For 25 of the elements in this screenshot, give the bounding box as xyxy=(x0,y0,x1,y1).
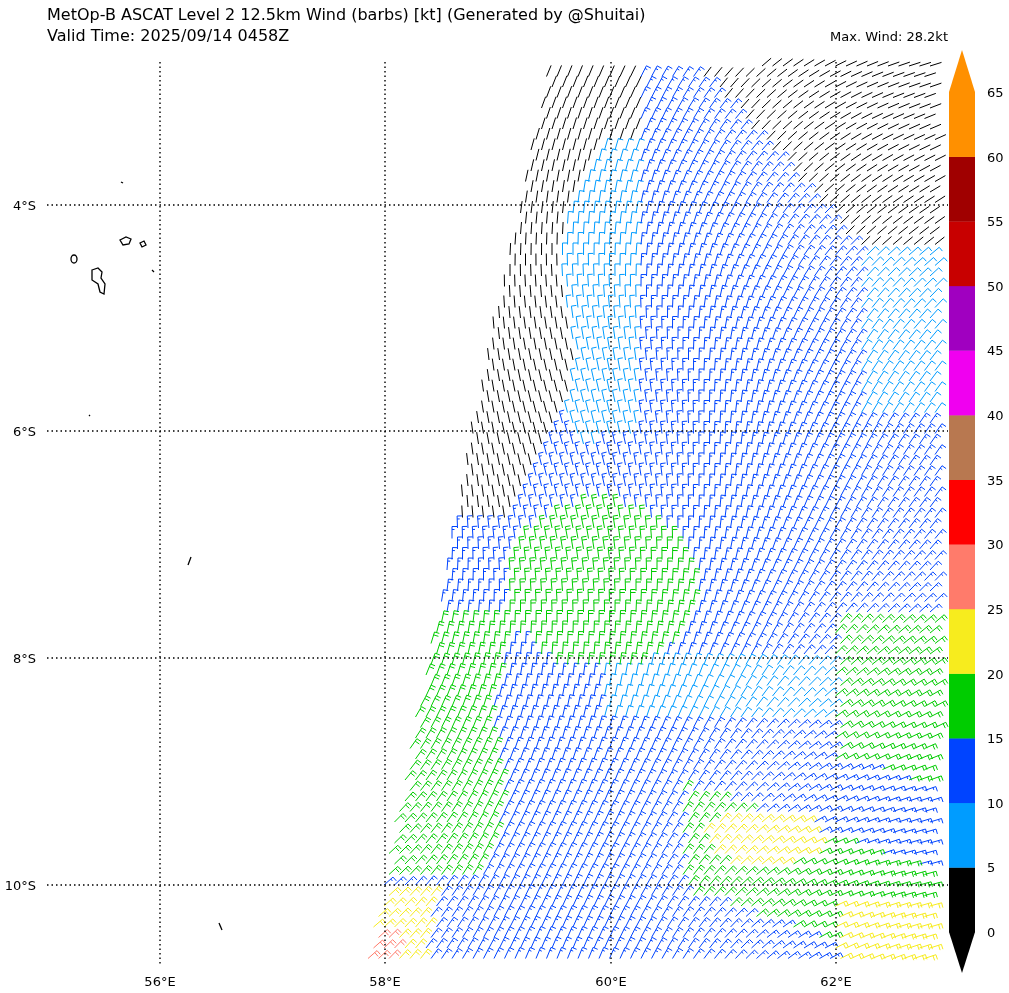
max-wind-label: Max. Wind: 28.2kt xyxy=(830,29,948,46)
colorbar-tick-label: 20 xyxy=(987,666,1004,682)
latitude-label: 8°S xyxy=(12,651,36,666)
colorbar-tick-label: 60 xyxy=(987,149,1004,165)
colorbar-tick-label: 5 xyxy=(987,860,996,876)
colorbar-tick-label: 40 xyxy=(987,408,1004,424)
colorbar-tick-label: 65 xyxy=(987,85,1004,100)
colorbar-tick-label: 45 xyxy=(987,343,1004,359)
colorbar-tick-label: 10 xyxy=(987,795,1004,811)
colorbar-tick-label: 15 xyxy=(987,731,1004,747)
colorbar-tick-label: 50 xyxy=(987,278,1004,294)
colorbar-tick-label: 25 xyxy=(987,601,1004,617)
colorbar-tick-label: 35 xyxy=(987,472,1004,488)
latitude-label: 4°S xyxy=(12,198,36,213)
valid-time: Valid Time: 2025/09/14 0458Z xyxy=(47,25,291,46)
colorbar-tick-label: 55 xyxy=(987,214,1004,230)
longitude-label: 60°E xyxy=(595,974,627,989)
latitude-label: 6°S xyxy=(12,424,36,439)
longitude-label: 58°E xyxy=(369,974,401,989)
longitude-label: 56°E xyxy=(144,974,176,989)
longitude-label: 62°E xyxy=(820,974,852,989)
latitude-label: 10°S xyxy=(4,878,36,893)
colorbar-tick-label: 0 xyxy=(987,925,996,940)
colorbar-tick-label: 30 xyxy=(987,537,1004,553)
chart-title: MetOp-B ASCAT Level 2 12.5km Wind (barbs) [kt] (Generated by @Shuitai) xyxy=(47,4,646,25)
